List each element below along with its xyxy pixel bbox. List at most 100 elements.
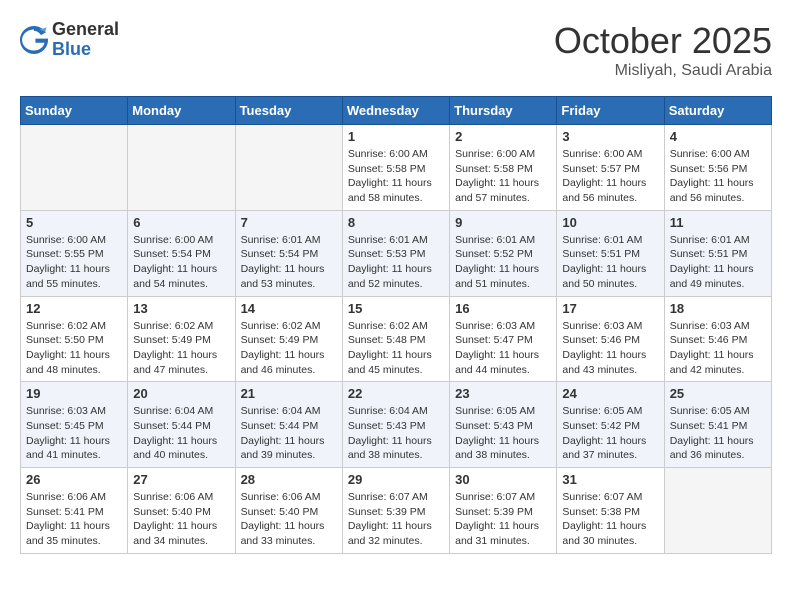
- weekday-header-monday: Monday: [128, 97, 235, 125]
- calendar-cell: 28 Sunrise: 6:06 AMSunset: 5:40 PMDayligh…: [235, 468, 342, 554]
- calendar-cell: 9 Sunrise: 6:01 AMSunset: 5:52 PMDaylight…: [450, 210, 557, 296]
- calendar-cell: 5Sunrise: 6:00 AMSunset: 5:55 PMDaylight…: [21, 210, 128, 296]
- cell-info: Sunrise: 6:03 AMSunset: 5:47 PMDaylight:…: [455, 319, 551, 378]
- weekday-header-sunday: Sunday: [21, 97, 128, 125]
- calendar-cell: 3 Sunrise: 6:00 AMSunset: 5:57 PMDaylight…: [557, 125, 664, 211]
- day-number: 31: [562, 472, 658, 487]
- day-number: 12: [26, 301, 122, 316]
- day-number: 25: [670, 386, 766, 401]
- calendar-table: SundayMondayTuesdayWednesdayThursdayFrid…: [20, 96, 772, 554]
- cell-info: Sunrise: 6:00 AMSunset: 5:58 PMDaylight:…: [348, 147, 444, 206]
- cell-info: Sunrise: 6:02 AMSunset: 5:48 PMDaylight:…: [348, 319, 444, 378]
- cell-info: Sunrise: 6:05 AMSunset: 5:43 PMDaylight:…: [455, 404, 551, 463]
- cell-info: Sunrise: 6:01 AMSunset: 5:51 PMDaylight:…: [670, 233, 766, 292]
- weekday-header-saturday: Saturday: [664, 97, 771, 125]
- logo: General Blue: [20, 20, 119, 60]
- cell-info: Sunrise: 6:01 AMSunset: 5:53 PMDaylight:…: [348, 233, 444, 292]
- calendar-cell: 27Sunrise: 6:06 AMSunset: 5:40 PMDayligh…: [128, 468, 235, 554]
- calendar-cell: 23 Sunrise: 6:05 AMSunset: 5:43 PMDayligh…: [450, 382, 557, 468]
- cell-info: Sunrise: 6:01 AMSunset: 5:51 PMDaylight:…: [562, 233, 658, 292]
- calendar-cell: 2 Sunrise: 6:00 AMSunset: 5:58 PMDaylight…: [450, 125, 557, 211]
- cell-info: Sunrise: 6:06 AMSunset: 5:40 PMDaylight:…: [133, 490, 229, 549]
- calendar-cell: 15Sunrise: 6:02 AMSunset: 5:48 PMDayligh…: [342, 296, 449, 382]
- calendar-cell: [235, 125, 342, 211]
- cell-info: Sunrise: 6:00 AMSunset: 5:54 PMDaylight:…: [133, 233, 229, 292]
- cell-info: Sunrise: 6:03 AMSunset: 5:46 PMDaylight:…: [670, 319, 766, 378]
- day-number: 16: [455, 301, 551, 316]
- day-number: 30: [455, 472, 551, 487]
- day-number: 17: [562, 301, 658, 316]
- calendar-week-1: 1 Sunrise: 6:00 AMSunset: 5:58 PMDaylight…: [21, 125, 772, 211]
- calendar-cell: 13 Sunrise: 6:02 AMSunset: 5:49 PMDayligh…: [128, 296, 235, 382]
- calendar-cell: 19 Sunrise: 6:03 AMSunset: 5:45 PMDayligh…: [21, 382, 128, 468]
- day-number: 23: [455, 386, 551, 401]
- day-number: 13: [133, 301, 229, 316]
- day-number: 6: [133, 215, 229, 230]
- cell-info: Sunrise: 6:00 AMSunset: 5:58 PMDaylight:…: [455, 147, 551, 206]
- cell-info: Sunrise: 6:03 AMSunset: 5:45 PMDaylight:…: [26, 404, 122, 463]
- title-block: October 2025 Misliyah, Saudi Arabia: [554, 20, 772, 80]
- cell-info: Sunrise: 6:00 AMSunset: 5:56 PMDaylight:…: [670, 147, 766, 206]
- calendar-cell: 10 Sunrise: 6:01 AMSunset: 5:51 PMDayligh…: [557, 210, 664, 296]
- calendar-cell: 25Sunrise: 6:05 AMSunset: 5:41 PMDayligh…: [664, 382, 771, 468]
- cell-info: Sunrise: 6:03 AMSunset: 5:46 PMDaylight:…: [562, 319, 658, 378]
- weekday-header-wednesday: Wednesday: [342, 97, 449, 125]
- calendar-cell: 22 Sunrise: 6:04 AMSunset: 5:43 PMDayligh…: [342, 382, 449, 468]
- weekday-header-thursday: Thursday: [450, 97, 557, 125]
- day-number: 1: [348, 129, 444, 144]
- cell-info: Sunrise: 6:05 AMSunset: 5:42 PMDaylight:…: [562, 404, 658, 463]
- cell-info: Sunrise: 6:07 AMSunset: 5:39 PMDaylight:…: [455, 490, 551, 549]
- day-number: 26: [26, 472, 122, 487]
- cell-info: Sunrise: 6:02 AMSunset: 5:49 PMDaylight:…: [133, 319, 229, 378]
- logo-text: General Blue: [52, 20, 119, 60]
- calendar-cell: 31Sunrise: 6:07 AMSunset: 5:38 PMDayligh…: [557, 468, 664, 554]
- location-title: Misliyah, Saudi Arabia: [554, 62, 772, 80]
- calendar-cell: 16 Sunrise: 6:03 AMSunset: 5:47 PMDayligh…: [450, 296, 557, 382]
- calendar-cell: [664, 468, 771, 554]
- cell-info: Sunrise: 6:00 AMSunset: 5:57 PMDaylight:…: [562, 147, 658, 206]
- cell-info: Sunrise: 6:00 AMSunset: 5:55 PMDaylight:…: [26, 233, 122, 292]
- day-number: 18: [670, 301, 766, 316]
- cell-info: Sunrise: 6:04 AMSunset: 5:43 PMDaylight:…: [348, 404, 444, 463]
- cell-info: Sunrise: 6:01 AMSunset: 5:52 PMDaylight:…: [455, 233, 551, 292]
- calendar-cell: 20Sunrise: 6:04 AMSunset: 5:44 PMDayligh…: [128, 382, 235, 468]
- logo-general: General: [52, 19, 119, 39]
- weekday-header-tuesday: Tuesday: [235, 97, 342, 125]
- weekday-header-friday: Friday: [557, 97, 664, 125]
- day-number: 24: [562, 386, 658, 401]
- calendar-week-2: 5Sunrise: 6:00 AMSunset: 5:55 PMDaylight…: [21, 210, 772, 296]
- cell-info: Sunrise: 6:02 AMSunset: 5:50 PMDaylight:…: [26, 319, 122, 378]
- calendar-cell: 24 Sunrise: 6:05 AMSunset: 5:42 PMDayligh…: [557, 382, 664, 468]
- calendar-cell: 21Sunrise: 6:04 AMSunset: 5:44 PMDayligh…: [235, 382, 342, 468]
- calendar-cell: 29Sunrise: 6:07 AMSunset: 5:39 PMDayligh…: [342, 468, 449, 554]
- day-number: 7: [241, 215, 337, 230]
- day-number: 14: [241, 301, 337, 316]
- calendar-cell: 1 Sunrise: 6:00 AMSunset: 5:58 PMDaylight…: [342, 125, 449, 211]
- day-number: 4: [670, 129, 766, 144]
- day-number: 19: [26, 386, 122, 401]
- day-number: 29: [348, 472, 444, 487]
- day-number: 9: [455, 215, 551, 230]
- calendar-cell: 17 Sunrise: 6:03 AMSunset: 5:46 PMDayligh…: [557, 296, 664, 382]
- calendar-cell: 11Sunrise: 6:01 AMSunset: 5:51 PMDayligh…: [664, 210, 771, 296]
- cell-info: Sunrise: 6:01 AMSunset: 5:54 PMDaylight:…: [241, 233, 337, 292]
- logo-icon: [20, 26, 48, 54]
- day-number: 28: [241, 472, 337, 487]
- cell-info: Sunrise: 6:06 AMSunset: 5:40 PMDaylight:…: [241, 490, 337, 549]
- calendar-cell: 12 Sunrise: 6:02 AMSunset: 5:50 PMDayligh…: [21, 296, 128, 382]
- day-number: 2: [455, 129, 551, 144]
- cell-info: Sunrise: 6:04 AMSunset: 5:44 PMDaylight:…: [133, 404, 229, 463]
- day-number: 3: [562, 129, 658, 144]
- calendar-cell: 14 Sunrise: 6:02 AMSunset: 5:49 PMDayligh…: [235, 296, 342, 382]
- calendar-cell: 7 Sunrise: 6:01 AMSunset: 5:54 PMDaylight…: [235, 210, 342, 296]
- calendar-cell: 8 Sunrise: 6:01 AMSunset: 5:53 PMDaylight…: [342, 210, 449, 296]
- calendar-week-5: 26Sunrise: 6:06 AMSunset: 5:41 PMDayligh…: [21, 468, 772, 554]
- calendar-cell: 18 Sunrise: 6:03 AMSunset: 5:46 PMDayligh…: [664, 296, 771, 382]
- month-title: October 2025: [554, 20, 772, 62]
- day-number: 10: [562, 215, 658, 230]
- calendar-cell: [128, 125, 235, 211]
- cell-info: Sunrise: 6:02 AMSunset: 5:49 PMDaylight:…: [241, 319, 337, 378]
- day-number: 8: [348, 215, 444, 230]
- calendar-cell: [21, 125, 128, 211]
- day-number: 22: [348, 386, 444, 401]
